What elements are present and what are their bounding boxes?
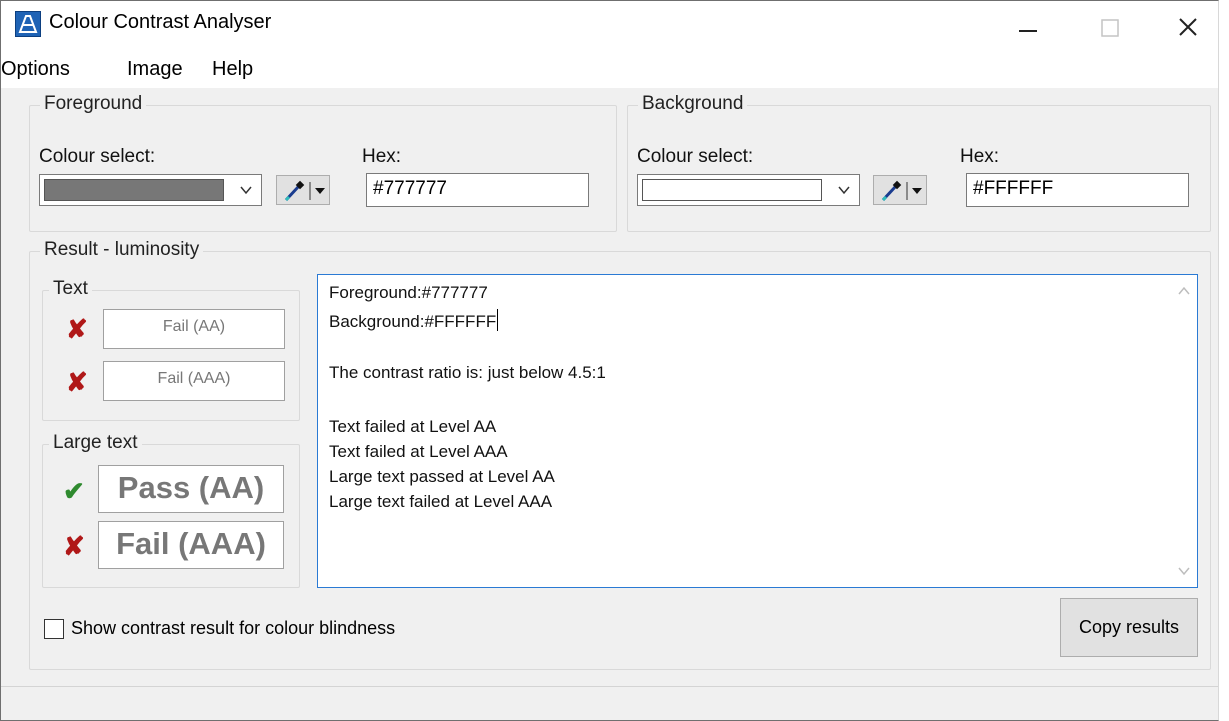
text-aa-result: Fail (AA): [103, 309, 285, 349]
large-text-aaa-fail-icon: ✘: [63, 531, 85, 561]
status-bar-divider: [1, 686, 1218, 687]
large-text-aa-pass-icon: ✔: [63, 476, 85, 506]
colour-blindness-checkbox[interactable]: [44, 619, 64, 639]
menu-bar: Options Image Help: [1, 56, 1218, 88]
menu-image[interactable]: Image: [127, 58, 183, 81]
client-area: Foreground Colour select: Hex: #777777 B…: [1, 88, 1218, 720]
text-aa-fail-icon: ✘: [66, 314, 88, 344]
background-colour-select-label: Colour select:: [637, 146, 754, 167]
text-aaa-fail-icon: ✘: [66, 367, 88, 397]
background-group-label: Background: [638, 93, 748, 115]
result-group-label: Result - luminosity: [40, 239, 204, 261]
result-foreground-line: Foreground:#777777: [329, 283, 488, 302]
foreground-colour-select-label: Colour select:: [39, 146, 156, 167]
text-group-label: Text: [49, 278, 92, 300]
result-ratio-line: The contrast ratio is: just below 4.5:1: [329, 363, 606, 382]
foreground-group-label: Foreground: [40, 93, 147, 115]
foreground-colour-select[interactable]: [39, 174, 262, 206]
chevron-down-icon: [838, 186, 850, 195]
foreground-eyedropper-button[interactable]: [276, 175, 330, 205]
result-detail-line: Text failed at Level AA: [329, 417, 497, 436]
close-icon[interactable]: [1158, 7, 1218, 47]
eyedropper-icon: [284, 180, 325, 202]
scroll-down-icon[interactable]: [1177, 565, 1191, 577]
eyedropper-icon: [881, 180, 922, 202]
minimize-icon[interactable]: [999, 7, 1059, 47]
chevron-down-icon: [240, 186, 252, 195]
app-window: Colour Contrast Analyser Options Image H…: [0, 0, 1219, 721]
window-title: Colour Contrast Analyser: [49, 11, 272, 33]
foreground-swatch: [44, 179, 224, 201]
background-eyedropper-button[interactable]: [873, 175, 927, 205]
background-group: Background: [627, 93, 1211, 232]
copy-results-button[interactable]: Copy results: [1060, 598, 1198, 657]
text-aaa-result: Fail (AAA): [103, 361, 285, 401]
colour-blindness-label[interactable]: Show contrast result for colour blindnes…: [71, 618, 395, 639]
title-bar[interactable]: Colour Contrast Analyser: [1, 1, 1218, 56]
menu-options[interactable]: Options: [1, 58, 70, 81]
results-text-area[interactable]: Foreground:#777777 Background:#FFFFFF Th…: [317, 274, 1198, 588]
foreground-group: Foreground: [29, 93, 617, 232]
foreground-hex-label: Hex:: [362, 146, 402, 167]
result-detail-line: Text failed at Level AAA: [329, 442, 508, 461]
result-detail-line: Large text failed at Level AAA: [329, 492, 553, 511]
background-swatch: [642, 179, 822, 201]
app-icon: [15, 11, 41, 37]
large-text-aa-result: Pass (AA): [98, 465, 284, 513]
background-hex-input[interactable]: #FFFFFF: [966, 173, 1189, 207]
scroll-up-icon[interactable]: [1177, 285, 1191, 297]
result-detail-line: Large text passed at Level AA: [329, 467, 555, 486]
background-colour-select[interactable]: [637, 174, 860, 206]
large-text-aaa-result: Fail (AAA): [98, 521, 284, 569]
background-hex-label: Hex:: [960, 146, 1000, 167]
result-background-line: Background:#FFFFFF: [329, 309, 499, 332]
large-text-group-label: Large text: [49, 432, 142, 454]
maximize-icon[interactable]: [1080, 7, 1140, 47]
foreground-hex-input[interactable]: #777777: [366, 173, 589, 207]
menu-help[interactable]: Help: [212, 58, 253, 81]
